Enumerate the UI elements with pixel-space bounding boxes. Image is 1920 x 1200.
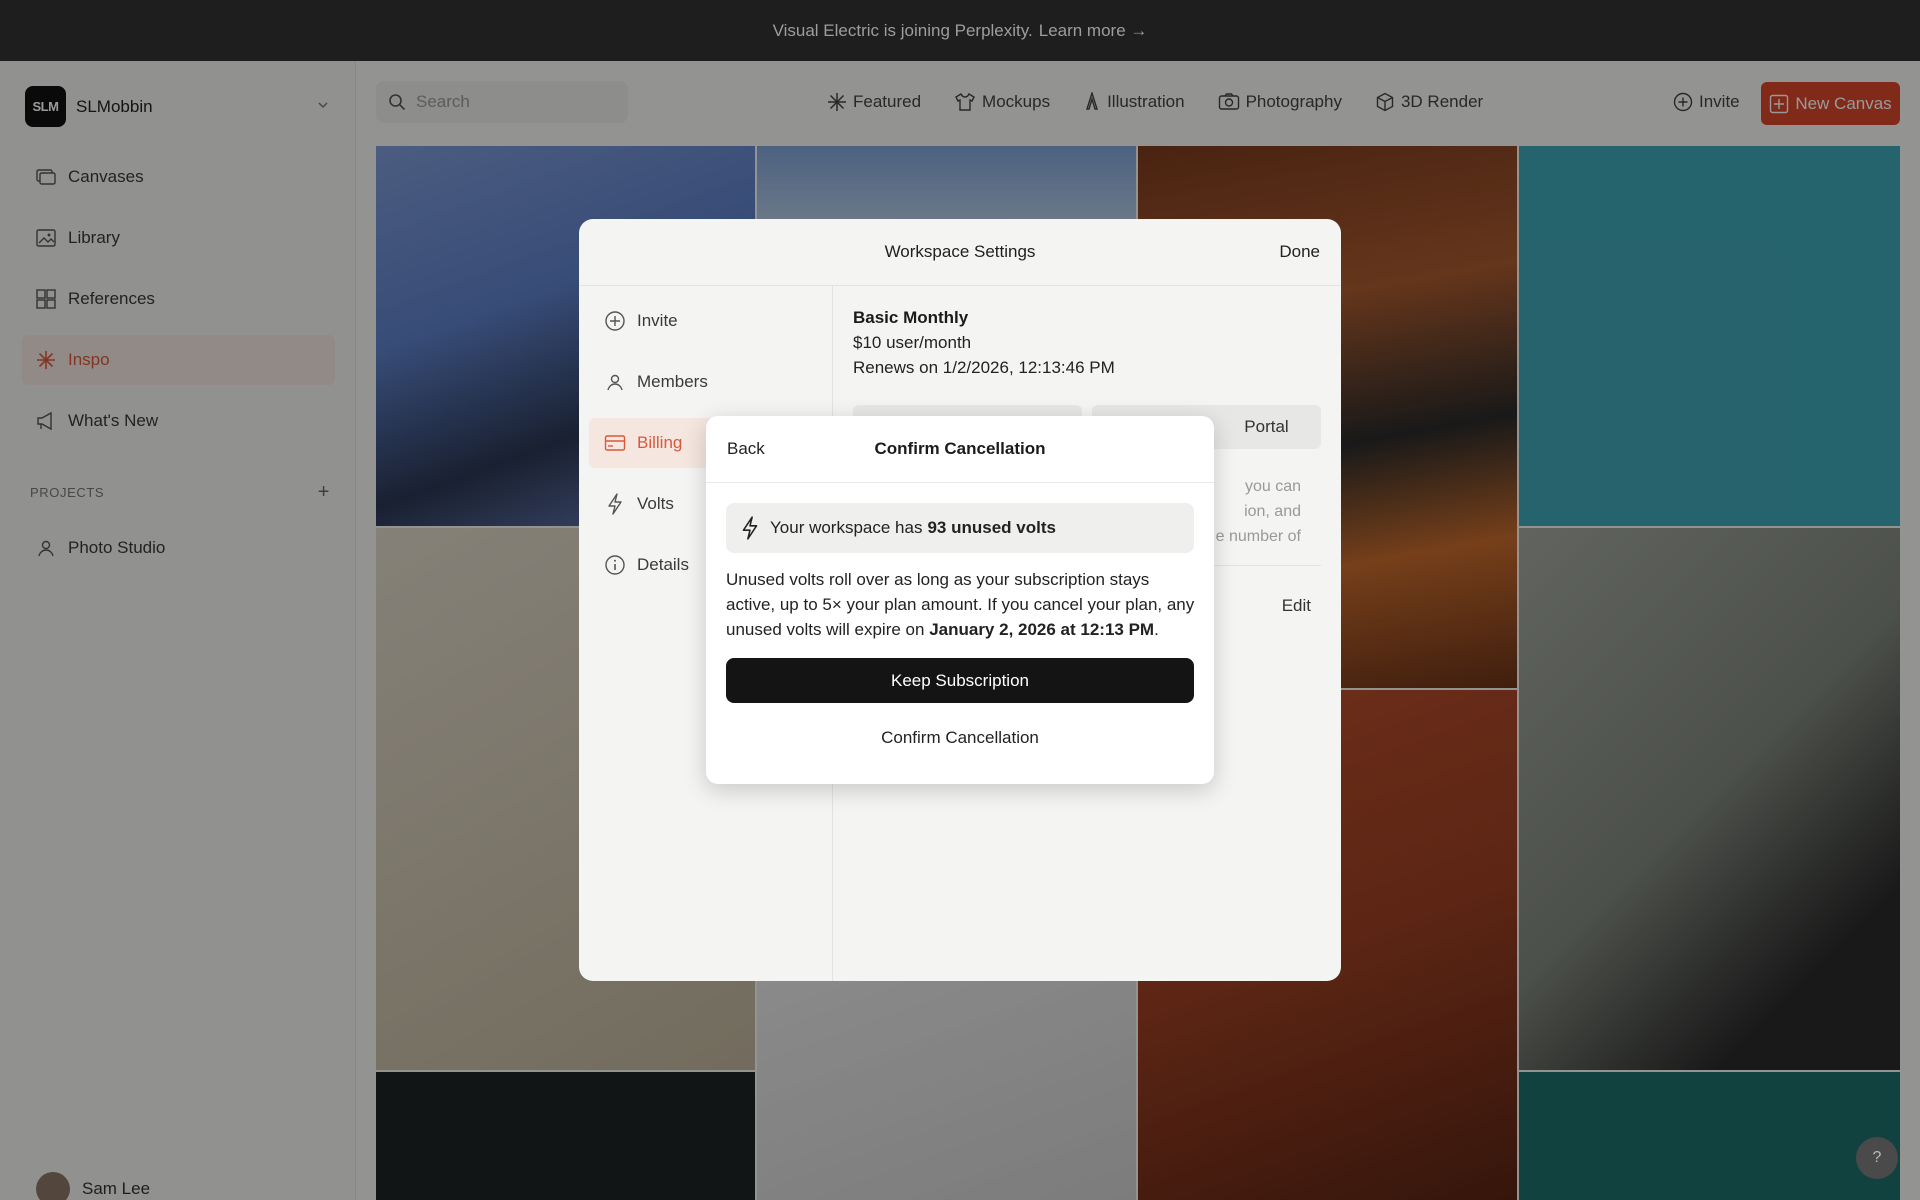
info-icon	[603, 553, 627, 577]
bolt-icon	[740, 516, 760, 540]
person-icon	[603, 370, 627, 394]
edit-button[interactable]: Edit	[1282, 596, 1311, 616]
settings-tab-label: Billing	[637, 433, 683, 452]
confirm-dialog-header: Back Confirm Cancellation	[706, 416, 1214, 483]
volts-count: 93 unused volts	[927, 518, 1056, 537]
bolt-icon	[603, 492, 627, 516]
keep-subscription-button[interactable]: Keep Subscription	[726, 658, 1194, 703]
settings-tab-members[interactable]: Members	[589, 357, 825, 407]
plan-renewal: Renews on 1/2/2026, 12:13:46 PM	[853, 358, 1115, 377]
settings-tab-label: Details	[637, 555, 689, 574]
done-button[interactable]: Done	[1279, 242, 1320, 262]
confirm-cancellation-dialog: Back Confirm Cancellation Your workspace…	[706, 416, 1214, 784]
settings-tab-label: Members	[637, 372, 708, 391]
banner-learn-more-link[interactable]: Learn more →	[1039, 21, 1148, 41]
plus-circle-icon	[603, 309, 627, 333]
help-button[interactable]: ?	[1856, 1137, 1898, 1179]
plan-price: $10 user/month	[853, 333, 972, 352]
confirm-cancellation-button[interactable]: Confirm Cancellation	[726, 716, 1194, 760]
portal-label: Portal	[1244, 417, 1289, 436]
cancellation-explanation: Unused volts roll over as long as your s…	[726, 567, 1196, 642]
plan-name: Basic Monthly	[853, 308, 969, 327]
settings-tab-label: Volts	[637, 494, 674, 513]
credit-card-icon	[603, 431, 627, 455]
unused-volts-notice: Your workspace has 93 unused volts	[726, 503, 1194, 553]
volts-prefix: Your workspace has	[770, 518, 923, 537]
body-end: .	[1154, 620, 1159, 639]
expiry-date: January 2, 2026 at 12:13 PM	[929, 620, 1155, 639]
back-button[interactable]: Back	[727, 439, 765, 459]
announcement-banner: Visual Electric is joining Perplexity. L…	[0, 0, 1920, 61]
workspace-settings-title: Workspace Settings	[884, 242, 1036, 261]
confirm-dialog-title: Confirm Cancellation	[874, 439, 1046, 458]
workspace-settings-header: Workspace Settings Done	[579, 219, 1341, 286]
settings-tab-invite[interactable]: Invite	[589, 296, 825, 346]
settings-tab-label: Invite	[637, 311, 678, 330]
banner-text: Visual Electric is joining Perplexity.	[772, 20, 1033, 40]
